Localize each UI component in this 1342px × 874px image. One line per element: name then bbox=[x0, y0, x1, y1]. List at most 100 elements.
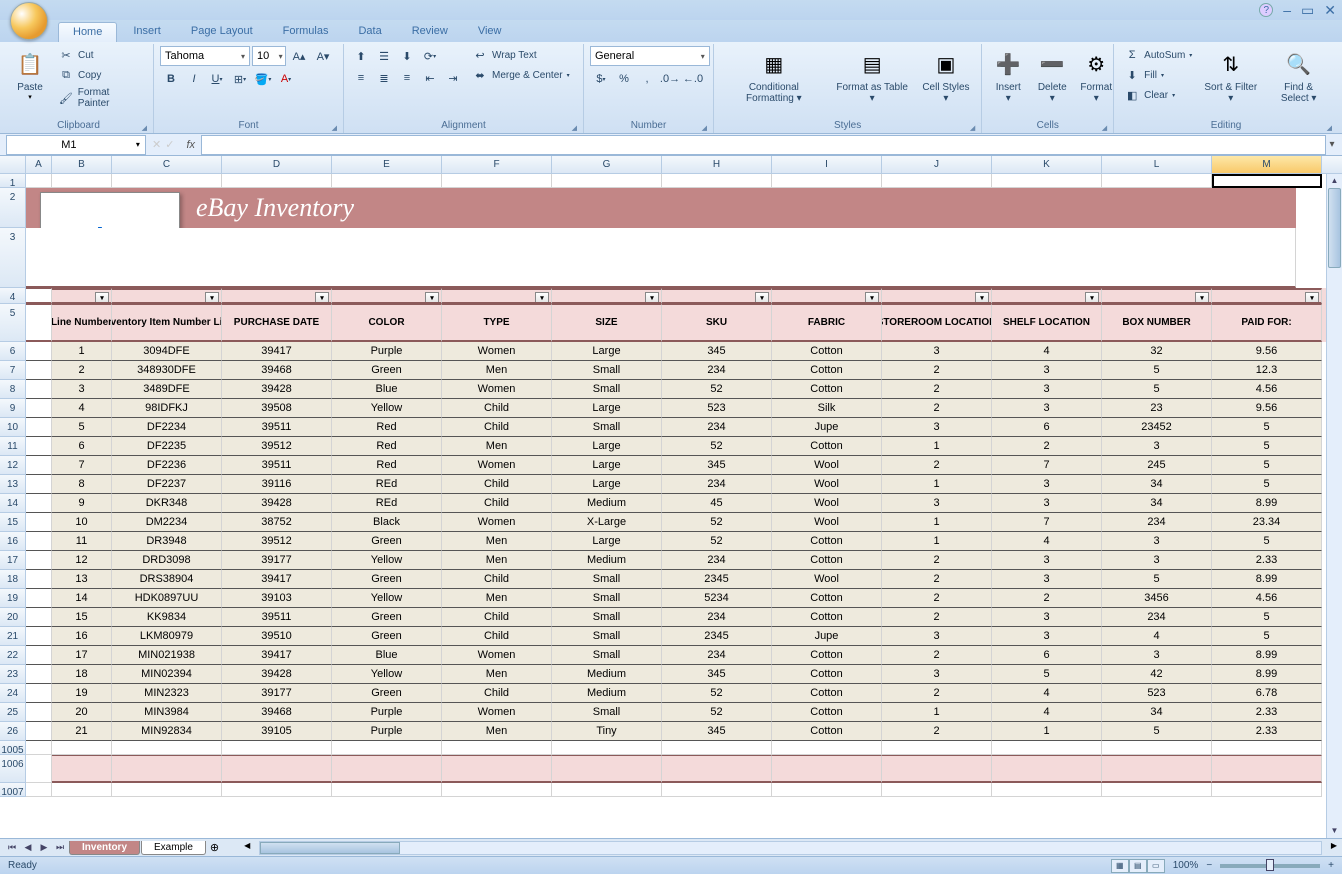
table-cell[interactable]: DF2235 bbox=[112, 437, 222, 456]
table-cell[interactable]: 3 bbox=[992, 475, 1102, 494]
table-cell[interactable]: 11 bbox=[52, 532, 112, 551]
shrink-font-button[interactable]: A▾ bbox=[312, 46, 334, 66]
table-cell[interactable]: 5 bbox=[1102, 570, 1212, 589]
underline-button[interactable]: U▾ bbox=[206, 69, 228, 89]
table-cell[interactable]: 1 bbox=[882, 437, 992, 456]
row-header[interactable]: 19 bbox=[0, 589, 26, 608]
orientation-button[interactable]: ⟳▾ bbox=[419, 46, 441, 66]
table-cell[interactable]: 7 bbox=[992, 513, 1102, 532]
table-cell[interactable]: 234 bbox=[662, 475, 772, 494]
table-cell[interactable]: Jupe bbox=[772, 418, 882, 437]
table-cell[interactable]: 1 bbox=[52, 342, 112, 361]
table-cell[interactable]: Black bbox=[332, 513, 442, 532]
table-cell[interactable]: Cotton bbox=[772, 608, 882, 627]
table-cell[interactable]: Red bbox=[332, 437, 442, 456]
table-cell[interactable]: 234 bbox=[662, 418, 772, 437]
table-cell[interactable]: Medium bbox=[552, 551, 662, 570]
row-header[interactable]: 15 bbox=[0, 513, 26, 532]
border-button[interactable]: ⊞▾ bbox=[229, 69, 251, 89]
table-cell[interactable]: Child bbox=[442, 418, 552, 437]
page-layout-view-button[interactable]: ▤ bbox=[1129, 859, 1147, 873]
row-header[interactable]: 1007 bbox=[0, 783, 26, 797]
table-cell[interactable]: 345 bbox=[662, 722, 772, 741]
table-cell[interactable]: 39428 bbox=[222, 665, 332, 684]
table-cell[interactable]: 6.78 bbox=[1212, 684, 1322, 703]
table-cell[interactable]: 5 bbox=[1212, 475, 1322, 494]
table-cell[interactable]: 6 bbox=[992, 646, 1102, 665]
table-cell[interactable]: DF2236 bbox=[112, 456, 222, 475]
table-cell[interactable]: Child bbox=[442, 475, 552, 494]
sort-filter-button[interactable]: ⇅Sort & Filter ▾ bbox=[1200, 46, 1261, 106]
table-cell[interactable]: 52 bbox=[662, 437, 772, 456]
table-cell[interactable]: 3 bbox=[992, 361, 1102, 380]
format-table-button[interactable]: ▤Format as Table ▾ bbox=[832, 46, 913, 106]
table-cell[interactable]: X-Large bbox=[552, 513, 662, 532]
table-cell[interactable]: 2 bbox=[882, 456, 992, 475]
row-header[interactable]: 13 bbox=[0, 475, 26, 494]
table-cell[interactable]: Green bbox=[332, 684, 442, 703]
table-cell[interactable]: 6 bbox=[52, 437, 112, 456]
table-cell[interactable]: 3 bbox=[992, 570, 1102, 589]
table-cell[interactable]: 345 bbox=[662, 665, 772, 684]
table-cell[interactable]: Wool bbox=[772, 570, 882, 589]
grow-font-button[interactable]: A▴ bbox=[288, 46, 310, 66]
table-cell[interactable]: 345 bbox=[662, 342, 772, 361]
table-cell[interactable]: Medium bbox=[552, 665, 662, 684]
percent-button[interactable]: % bbox=[613, 69, 635, 89]
table-cell[interactable]: 39510 bbox=[222, 627, 332, 646]
format-cells-button[interactable]: ⚙Format▾ bbox=[1076, 46, 1116, 106]
fill-button[interactable]: ⬇Fill▾ bbox=[1120, 66, 1196, 84]
table-header[interactable]: FABRIC bbox=[772, 304, 882, 342]
table-cell[interactable]: 7 bbox=[992, 456, 1102, 475]
table-cell[interactable]: 19 bbox=[52, 684, 112, 703]
table-cell[interactable]: 2 bbox=[882, 722, 992, 741]
column-header-L[interactable]: L bbox=[1102, 156, 1212, 173]
table-cell[interactable]: 5 bbox=[1212, 418, 1322, 437]
table-cell[interactable]: 8.99 bbox=[1212, 570, 1322, 589]
filter-button[interactable]: ▾ bbox=[865, 292, 879, 304]
row-header[interactable]: 26 bbox=[0, 722, 26, 741]
column-header-J[interactable]: J bbox=[882, 156, 992, 173]
table-cell[interactable]: 3 bbox=[1102, 646, 1212, 665]
table-cell[interactable]: Yellow bbox=[332, 551, 442, 570]
table-cell[interactable]: Purple bbox=[332, 342, 442, 361]
table-cell[interactable]: 39116 bbox=[222, 475, 332, 494]
close-button[interactable]: ✕ bbox=[1324, 2, 1336, 19]
font-name-dropdown[interactable]: ▾ bbox=[160, 46, 250, 66]
table-cell[interactable]: 2 bbox=[882, 589, 992, 608]
table-cell[interactable]: Small bbox=[552, 418, 662, 437]
table-cell[interactable]: 20 bbox=[52, 703, 112, 722]
decrease-decimal-button[interactable]: ←.0 bbox=[682, 69, 704, 89]
table-cell[interactable]: REd bbox=[332, 475, 442, 494]
column-header-F[interactable]: F bbox=[442, 156, 552, 173]
first-sheet-button[interactable]: ⏮ bbox=[4, 842, 20, 853]
table-cell[interactable]: 4.56 bbox=[1212, 380, 1322, 399]
enter-formula-icon[interactable]: ✓ bbox=[165, 138, 174, 151]
increase-indent-button[interactable]: ⇥ bbox=[442, 68, 464, 88]
table-cell[interactable]: 39511 bbox=[222, 456, 332, 475]
table-cell[interactable]: Wool bbox=[772, 494, 882, 513]
table-cell[interactable]: 34 bbox=[1102, 703, 1212, 722]
table-cell[interactable]: 52 bbox=[662, 703, 772, 722]
table-cell[interactable]: DF2237 bbox=[112, 475, 222, 494]
filter-button[interactable]: ▾ bbox=[755, 292, 769, 304]
table-header[interactable]: STOREROOM LOCATION bbox=[882, 304, 992, 342]
table-cell[interactable]: Cotton bbox=[772, 532, 882, 551]
table-cell[interactable]: 12 bbox=[52, 551, 112, 570]
table-cell[interactable]: 3 bbox=[1102, 437, 1212, 456]
table-cell[interactable]: 39417 bbox=[222, 342, 332, 361]
font-color-button[interactable]: A▾ bbox=[275, 69, 297, 89]
table-cell[interactable]: 12.3 bbox=[1212, 361, 1322, 380]
column-header-A[interactable]: A bbox=[26, 156, 52, 173]
insert-cells-button[interactable]: ➕Insert▾ bbox=[988, 46, 1028, 106]
normal-view-button[interactable]: ▦ bbox=[1111, 859, 1129, 873]
table-cell[interactable]: Yellow bbox=[332, 399, 442, 418]
page-break-view-button[interactable]: ▭ bbox=[1147, 859, 1165, 873]
table-cell[interactable]: 3 bbox=[992, 627, 1102, 646]
table-cell[interactable]: Cotton bbox=[772, 722, 882, 741]
column-header-G[interactable]: G bbox=[552, 156, 662, 173]
table-cell[interactable]: Child bbox=[442, 684, 552, 703]
table-cell[interactable]: Wool bbox=[772, 475, 882, 494]
table-cell[interactable]: Small bbox=[552, 380, 662, 399]
table-cell[interactable]: Green bbox=[332, 532, 442, 551]
